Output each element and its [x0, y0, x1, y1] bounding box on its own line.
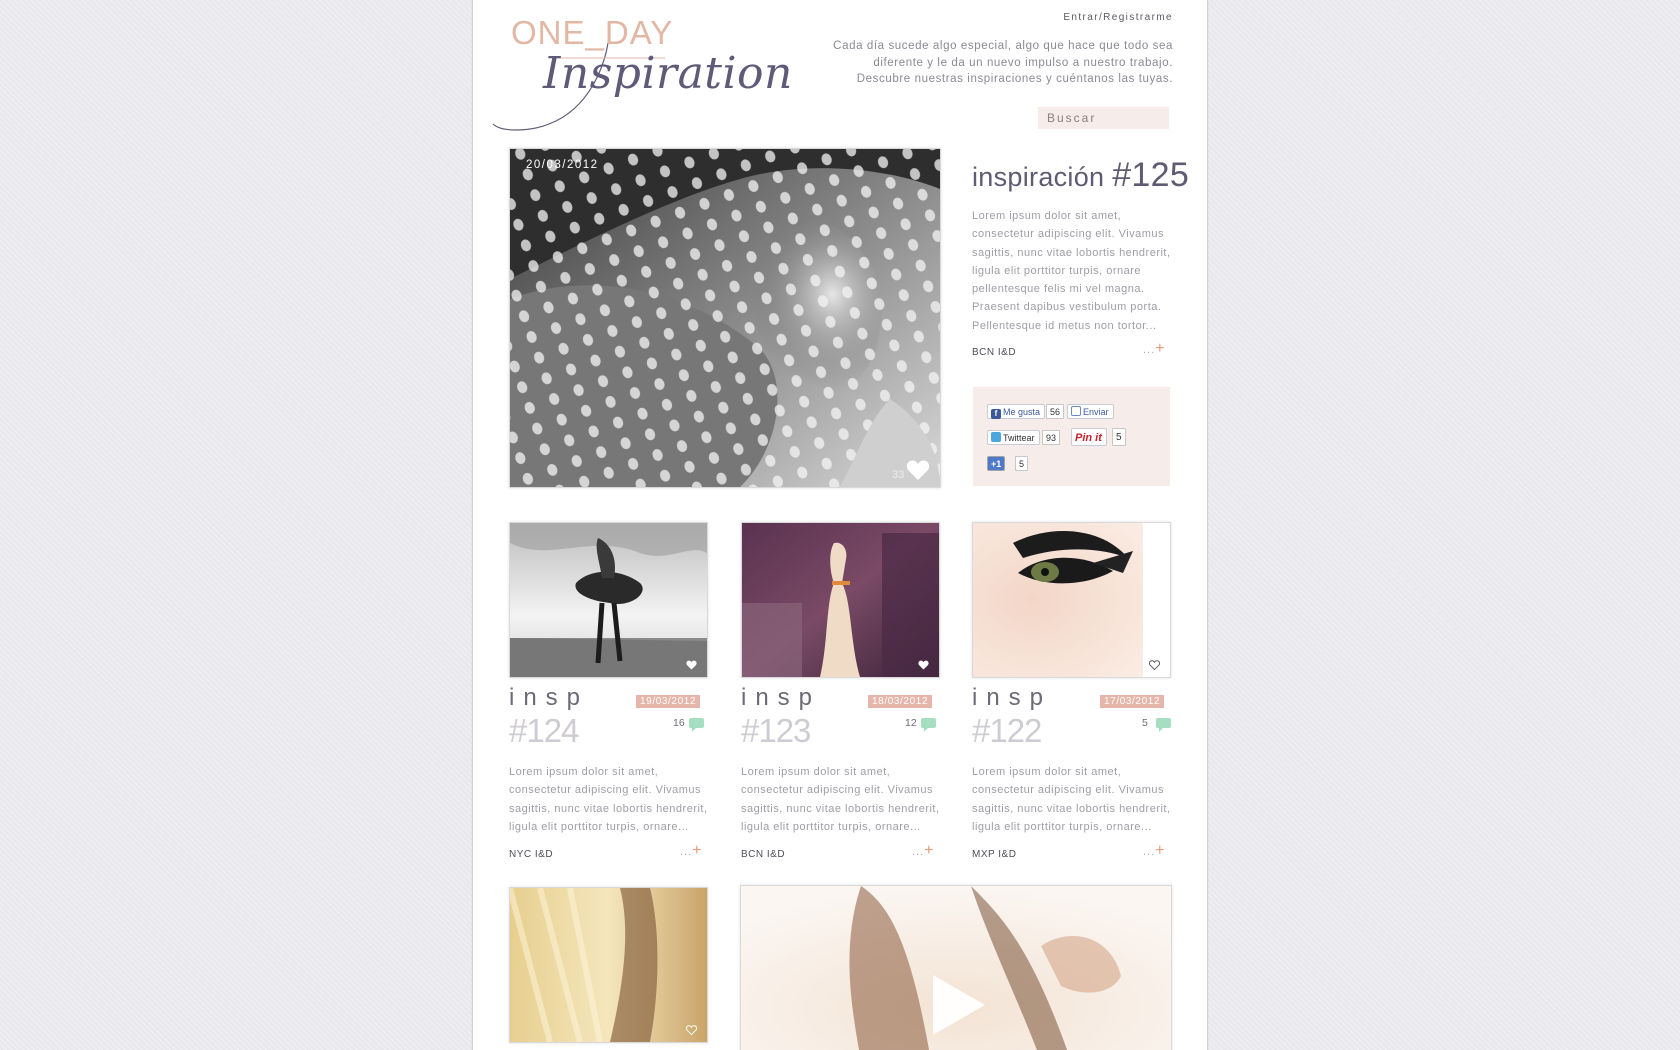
page-container: ONE_DAY Inspiration Entrar/Registrarme C… — [472, 0, 1208, 1050]
featured-title[interactable]: inspiración #125 — [972, 156, 1189, 195]
pinterest-pin-button[interactable]: Pin it — [1071, 428, 1107, 446]
read-more-dots: ... — [680, 846, 693, 858]
twitter-count: 93 — [1042, 430, 1061, 445]
plus-icon: + — [1155, 340, 1165, 357]
comment-bubble-icon[interactable] — [1156, 718, 1171, 732]
card-insp-label: insp — [509, 684, 590, 711]
card-read-more[interactable]: ...+ — [912, 842, 934, 860]
card-number[interactable]: #122 — [972, 712, 1042, 750]
card-location: NYC I&D — [509, 849, 554, 860]
card-location: BCN I&D — [741, 849, 786, 860]
card-photo-bottom — [510, 888, 707, 1042]
twitter-label: Twittear — [1003, 433, 1035, 443]
comment-bubble-icon[interactable] — [921, 718, 936, 732]
site-tagline: Cada día sucede algo especial, algo que … — [833, 40, 1173, 85]
featured-date: 20/03/2012 — [526, 159, 599, 171]
card-comment-count: 16 — [673, 717, 685, 729]
featured-photo — [510, 149, 940, 487]
card-image-124[interactable] — [509, 522, 708, 678]
card-photo-124 — [510, 523, 707, 677]
play-icon[interactable] — [933, 975, 985, 1035]
card-excerpt: Lorem ipsum dolor sit amet, consectetur … — [509, 766, 708, 833]
card-read-more[interactable]: ...+ — [1143, 842, 1165, 860]
read-more-dots: ... — [1143, 344, 1156, 356]
google-plus-icon: +1 — [991, 459, 1002, 469]
card-photo-122 — [973, 523, 1170, 677]
site-logo[interactable]: ONE_DAY Inspiration — [489, 14, 792, 132]
heart-icon[interactable] — [1149, 660, 1160, 670]
twitter-tweet-button[interactable]: Twittear — [987, 430, 1040, 445]
read-more-dots: ... — [1143, 846, 1156, 858]
card-comment-count: 12 — [905, 717, 917, 729]
card-comment-count: 5 — [1142, 717, 1148, 729]
heart-icon[interactable] — [686, 1025, 697, 1035]
featured-like-count: 33 — [892, 469, 905, 481]
featured-title-number: #125 — [1112, 156, 1190, 194]
plus-icon: + — [1155, 842, 1165, 859]
card-excerpt: Lorem ipsum dolor sit amet, consectetur … — [741, 766, 940, 833]
facebook-like-count: 56 — [1046, 404, 1065, 419]
featured-location: BCN I&D — [972, 347, 1017, 358]
read-more-dots: ... — [912, 846, 925, 858]
logo-text-inspiration: Inspiration — [543, 48, 793, 99]
card-image-bottom[interactable] — [509, 887, 708, 1043]
search-input[interactable] — [1038, 107, 1169, 129]
card-date-badge: 19/03/2012 — [636, 695, 701, 708]
card-date-badge: 17/03/2012 — [1100, 695, 1165, 708]
card-location: MXP I&D — [972, 849, 1017, 860]
featured-excerpt: Lorem ipsum dolor sit amet, consectetur … — [972, 210, 1171, 332]
card-read-more[interactable]: ...+ — [680, 842, 702, 860]
card-insp-label: insp — [972, 684, 1053, 711]
card-image-122[interactable] — [972, 522, 1171, 678]
facebook-send-button[interactable]: Enviar — [1067, 404, 1114, 419]
send-icon — [1071, 406, 1081, 416]
plus-icon: + — [692, 842, 702, 859]
card-image-123[interactable] — [741, 522, 940, 678]
facebook-send-label: Enviar — [1083, 407, 1109, 417]
google-plus-count: 5 — [1015, 456, 1029, 471]
card-number[interactable]: #124 — [509, 712, 579, 750]
heart-icon[interactable] — [918, 660, 929, 670]
facebook-icon: f — [991, 409, 1001, 419]
share-box: f Me gusta 56 Enviar Twittear 93 Pin it 5… — [973, 387, 1170, 486]
plus-icon: + — [924, 842, 934, 859]
facebook-like-button[interactable]: f Me gusta — [987, 404, 1046, 419]
pinterest-icon: Pin it — [1075, 432, 1102, 444]
facebook-like-label: Me gusta — [1003, 407, 1041, 417]
heart-icon[interactable] — [686, 660, 697, 670]
card-insp-label: insp — [741, 684, 822, 711]
card-number[interactable]: #123 — [741, 712, 811, 750]
twitter-icon — [991, 432, 1001, 442]
comment-bubble-icon[interactable] — [689, 718, 704, 732]
featured-image[interactable]: 20/03/2012 33 — [509, 148, 941, 488]
google-plus-button[interactable]: +1 — [987, 456, 1006, 471]
card-photo-123 — [742, 523, 939, 677]
logo-text-one-day: ONE_DAY — [511, 14, 674, 51]
login-register-link[interactable]: Entrar/Registrarme — [1063, 12, 1173, 23]
heart-icon[interactable] — [906, 459, 930, 481]
featured-read-more[interactable]: ...+ — [1143, 340, 1165, 358]
featured-title-word: inspiración — [972, 162, 1105, 192]
card-date-badge: 18/03/2012 — [868, 695, 933, 708]
card-excerpt: Lorem ipsum dolor sit amet, consectetur … — [972, 766, 1171, 833]
pinterest-count: 5 — [1112, 428, 1126, 446]
